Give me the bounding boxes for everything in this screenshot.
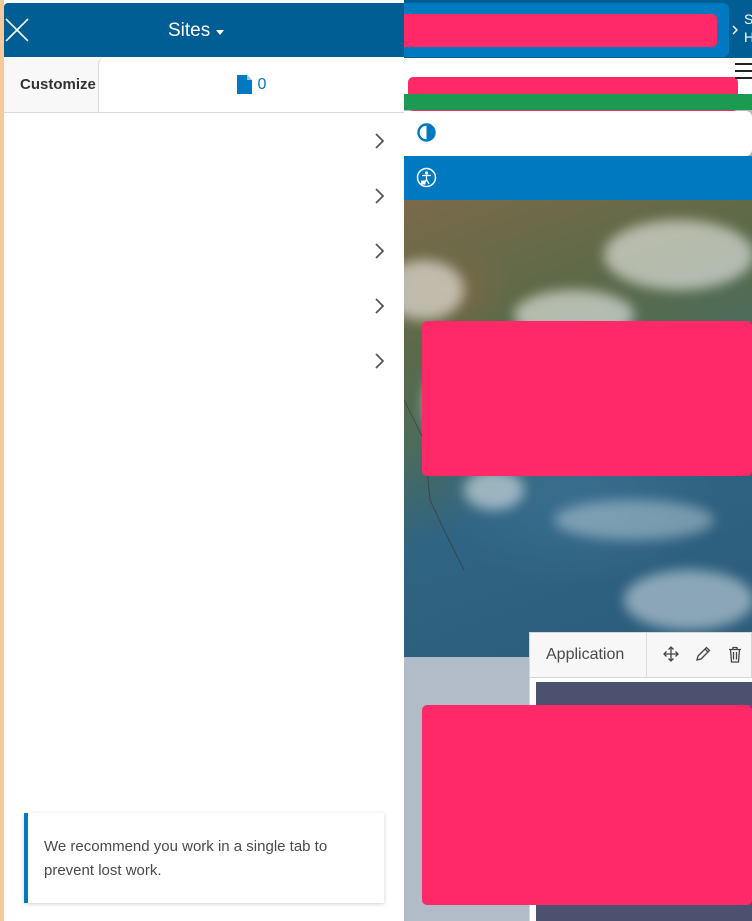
chevron-right-icon	[375, 188, 384, 204]
chevron-right-icon	[375, 243, 384, 259]
chevron-right-icon	[375, 133, 384, 149]
hamburger-menu-icon[interactable]	[735, 62, 752, 82]
panel-tabs: Customize 0	[4, 57, 404, 113]
menu-item[interactable]	[4, 168, 404, 223]
contrast-toggle[interactable]	[404, 111, 752, 156]
menu-item[interactable]	[4, 278, 404, 333]
caret-down-icon	[216, 29, 225, 35]
redacted-block	[404, 14, 717, 47]
redacted-block	[422, 321, 752, 476]
application-toolbar: Application	[529, 632, 752, 678]
panel-header: Sites	[4, 3, 404, 57]
contrast-icon	[417, 123, 436, 142]
site-url-field[interactable]	[404, 3, 729, 57]
site-header-strip	[404, 58, 752, 111]
breadcrumb-line: S	[744, 11, 752, 27]
pages-count: 0	[257, 75, 267, 93]
accessibility-lock-icon	[416, 167, 437, 188]
document-icon	[236, 75, 252, 94]
trash-icon[interactable]	[727, 646, 743, 663]
notice-message: We recommend you work in a single tab to…	[44, 838, 328, 879]
toolbar-divider	[646, 633, 647, 677]
preview-top-bar: S H	[404, 0, 752, 58]
chevron-right-icon	[375, 298, 384, 314]
move-icon[interactable]	[663, 646, 679, 662]
menu-item[interactable]	[4, 113, 404, 168]
breadcrumb-line: H	[744, 29, 752, 45]
close-icon	[5, 18, 29, 42]
tab-pages[interactable]: 0	[98, 57, 404, 112]
breadcrumb: S H	[744, 10, 752, 46]
tab-customize[interactable]: Customize	[4, 57, 98, 112]
sites-title-label: Sites	[168, 20, 211, 41]
single-tab-notice: We recommend you work in a single tab to…	[24, 813, 384, 903]
green-band	[404, 94, 752, 110]
builder-panel: Sites Customize 0 We recommend you work …	[4, 0, 404, 921]
close-button[interactable]	[4, 17, 30, 43]
tab-customize-label: Customize	[20, 76, 96, 93]
sites-dropdown[interactable]: Sites	[168, 20, 225, 42]
settings-menu	[4, 113, 404, 388]
menu-item[interactable]	[4, 333, 404, 388]
chevron-right-icon	[375, 353, 384, 369]
accessibility-toggle[interactable]	[404, 156, 752, 200]
application-label[interactable]: Application	[546, 633, 624, 677]
site-preview: S H Application	[404, 0, 752, 921]
chevron-right-small-icon	[732, 25, 738, 35]
pencil-icon[interactable]	[695, 646, 711, 662]
menu-item[interactable]	[4, 223, 404, 278]
redacted-block	[422, 705, 752, 905]
